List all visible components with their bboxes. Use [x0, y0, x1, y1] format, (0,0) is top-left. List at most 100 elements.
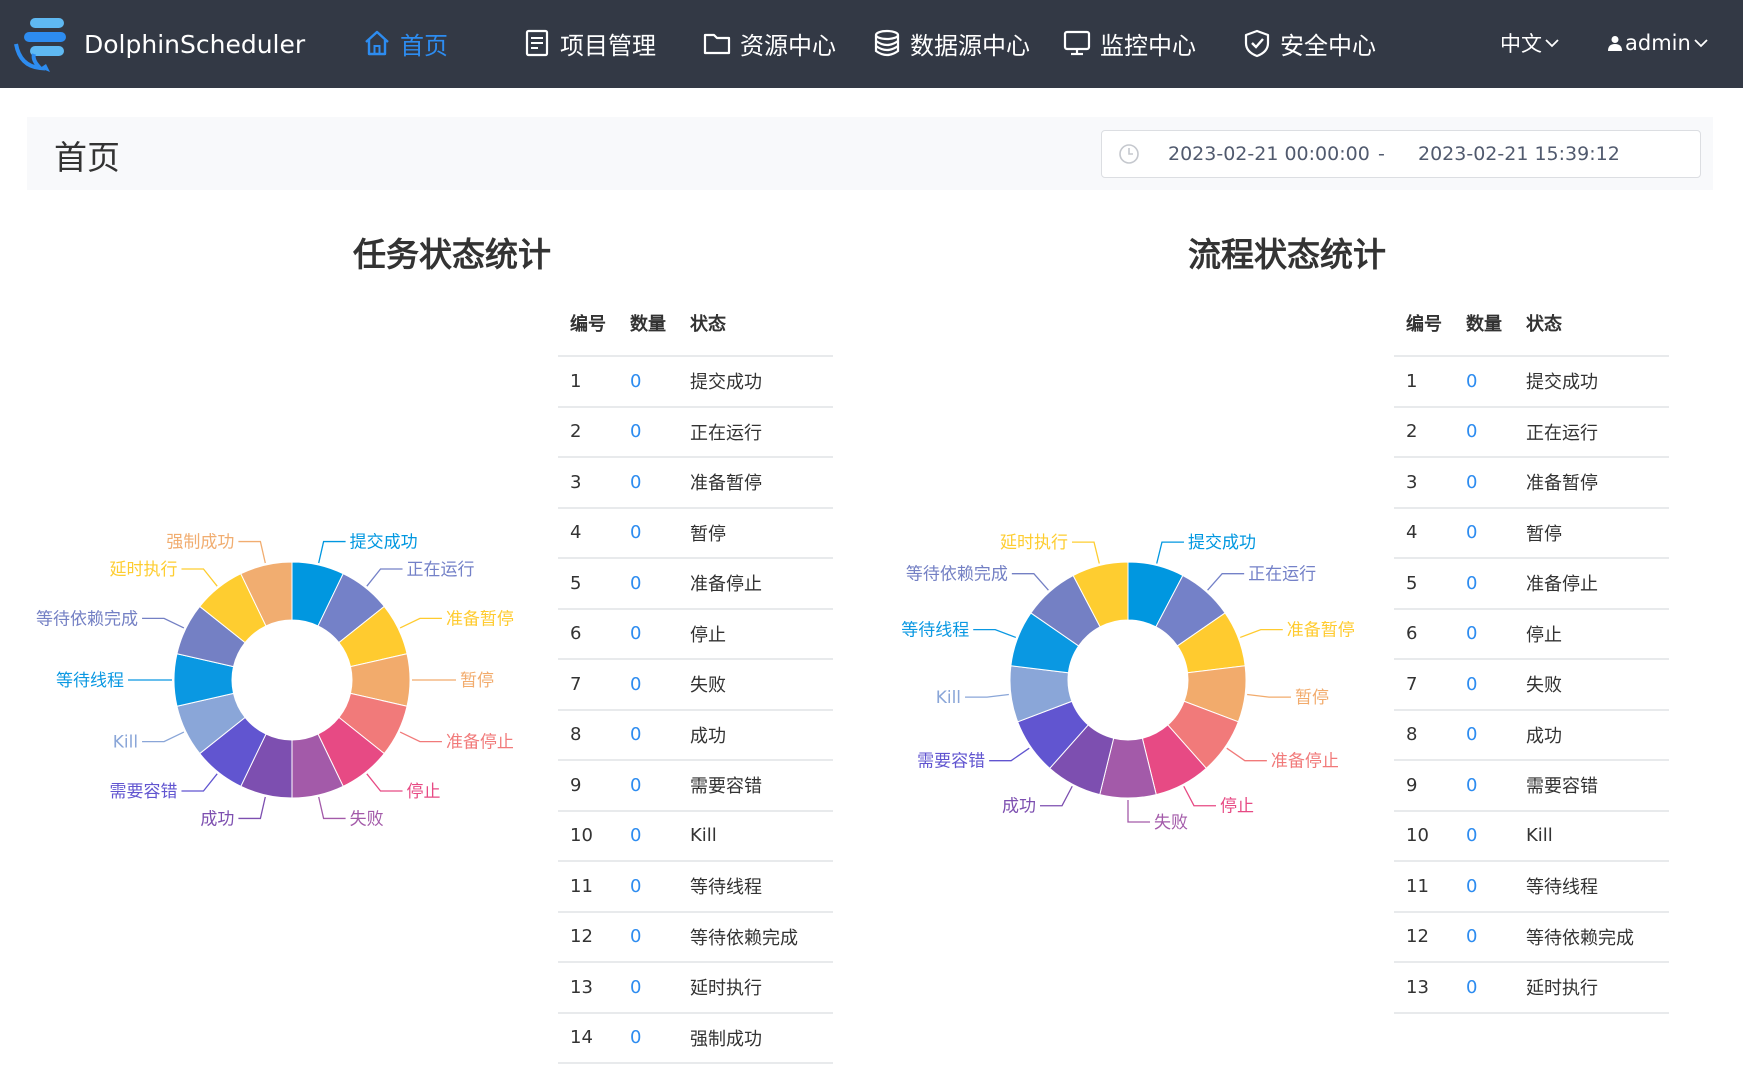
user-icon — [1608, 36, 1622, 51]
cell-id: 13 — [558, 962, 618, 1014]
home-icon — [365, 30, 389, 56]
pie-slice-label: 提交成功 — [350, 533, 418, 553]
cell-status: 成功 — [678, 709, 833, 761]
cell-count[interactable]: 0 — [618, 861, 678, 913]
date-separator: - — [1378, 143, 1385, 165]
nav-item-label: 安全中心 — [1280, 31, 1376, 60]
nav-item-resources[interactable]: 资源中心 — [702, 22, 836, 64]
cell-count[interactable]: 0 — [618, 356, 678, 408]
cell-id: 14 — [558, 1012, 618, 1064]
cell-id: 8 — [1394, 709, 1454, 761]
app-name: DolphinScheduler — [84, 29, 306, 59]
cell-count[interactable]: 0 — [1454, 810, 1514, 862]
clock-icon — [1119, 144, 1139, 164]
table-row: 9 0 需要容错 — [558, 760, 833, 812]
pie-slice-label: 提交成功 — [1188, 533, 1256, 553]
cell-id: 10 — [558, 810, 618, 862]
cell-id: 11 — [1394, 861, 1454, 913]
cell-count[interactable]: 0 — [1454, 709, 1514, 761]
cell-count[interactable]: 0 — [1454, 507, 1514, 559]
cell-count[interactable]: 0 — [1454, 962, 1514, 1014]
nav-item-monitor[interactable]: 监控中心 — [1062, 22, 1196, 64]
column-header-count: 数量 — [1454, 290, 1514, 357]
cell-count[interactable]: 0 — [618, 760, 678, 812]
cell-count[interactable]: 0 — [1454, 608, 1514, 660]
cell-status: 提交成功 — [1514, 356, 1669, 408]
cell-id: 11 — [558, 861, 618, 913]
cell-count[interactable]: 0 — [1454, 760, 1514, 812]
table-row: 7 0 失败 — [558, 659, 833, 711]
pie-slice-label: 停止 — [407, 782, 441, 802]
pie-label-line — [965, 693, 1009, 698]
cell-count[interactable]: 0 — [1454, 911, 1514, 963]
cell-status: 正在运行 — [1514, 406, 1669, 458]
pie-slice-label: 等待依赖完成 — [36, 609, 138, 629]
pie-label-line — [1127, 800, 1150, 823]
table-row: 13 0 延时执行 — [1394, 962, 1669, 1014]
cell-count[interactable]: 0 — [1454, 457, 1514, 509]
cell-status: 暂停 — [1514, 507, 1669, 559]
pie-slice-label: 失败 — [350, 809, 384, 829]
cell-count[interactable]: 0 — [1454, 406, 1514, 458]
cell-status: 需要容错 — [678, 760, 833, 812]
cell-count[interactable]: 0 — [1454, 558, 1514, 610]
pie-label-line — [238, 796, 266, 820]
table-row: 2 0 正在运行 — [558, 406, 833, 458]
cell-status: 准备停止 — [1514, 558, 1669, 610]
cell-count[interactable]: 0 — [618, 406, 678, 458]
pie-label-line — [1207, 573, 1245, 591]
cell-status: 延时执行 — [678, 962, 833, 1014]
cell-count[interactable]: 0 — [1454, 861, 1514, 913]
cell-count[interactable]: 0 — [618, 558, 678, 610]
table-row: 11 0 等待线程 — [1394, 861, 1669, 913]
cell-status: 提交成功 — [678, 356, 833, 408]
date-range-picker[interactable]: 2023-02-21 00:00:00 - 2023-02-21 15:39:1… — [1101, 130, 1701, 178]
app-logo[interactable]: DolphinScheduler — [10, 14, 305, 74]
process-status-pie-chart: 提交成功正在运行准备暂停暂停准备停止停止失败 成功 需要容错 Kill 等待线程 等待依赖… — [901, 533, 1355, 833]
cell-id: 7 — [1394, 659, 1454, 711]
pie-slice-label: 准备停止 — [446, 733, 514, 753]
pie-label-line — [1247, 693, 1291, 698]
date-start[interactable]: 2023-02-21 00:00:00 — [1168, 143, 1370, 165]
nav-item-security[interactable]: 安全中心 — [1242, 22, 1376, 64]
cell-count[interactable]: 0 — [618, 608, 678, 660]
cell-status: 等待线程 — [678, 861, 833, 913]
date-end[interactable]: 2023-02-21 15:39:12 — [1418, 143, 1620, 165]
language-dropdown[interactable]: 中文 — [1500, 22, 1560, 64]
cell-count[interactable]: 0 — [618, 709, 678, 761]
cell-id: 6 — [558, 608, 618, 660]
table-row: 5 0 准备停止 — [1394, 558, 1669, 610]
cell-count[interactable]: 0 — [1454, 659, 1514, 711]
table-row: 10 0 Kill — [1394, 810, 1669, 862]
nav-item-home[interactable]: 首页 — [362, 22, 448, 64]
cell-status: 需要容错 — [1514, 760, 1669, 812]
pie-slice-label: 等待线程 — [901, 621, 969, 641]
cell-count[interactable]: 0 — [618, 507, 678, 559]
cell-count[interactable]: 0 — [618, 911, 678, 963]
cell-id: 3 — [1394, 457, 1454, 509]
nav-item-label: 资源中心 — [740, 31, 836, 60]
pie-label-line — [366, 568, 403, 587]
pie-slice-label: 正在运行 — [407, 560, 475, 580]
cell-count[interactable]: 0 — [618, 1012, 678, 1064]
cell-id: 1 — [558, 356, 618, 408]
nav-item-projects[interactable]: 项目管理 — [522, 22, 656, 64]
table-row: 1 0 提交成功 — [558, 356, 833, 408]
pie-label-line — [1226, 747, 1267, 762]
pie-slice-label: 成功 — [1002, 797, 1036, 817]
table-row: 4 0 暂停 — [1394, 507, 1669, 559]
nav-item-datasource[interactable]: 数据源中心 — [872, 22, 1030, 64]
cell-count[interactable]: 0 — [1454, 356, 1514, 408]
process-status-table: 编号 数量 状态 1 0 提交成功 2 0 正在运行 3 0 准备暂停 4 0 暂停 5 0 准备停止 6 0 停… — [1394, 290, 1669, 1014]
cell-status: 强制成功 — [678, 1012, 833, 1064]
cell-count[interactable]: 0 — [618, 962, 678, 1014]
top-nav-bar: DolphinScheduler 首页 项目管理 资源中心 数据源中心 监控中心… — [0, 0, 1743, 88]
monitor-icon — [1063, 30, 1091, 56]
user-dropdown[interactable]: admin — [1607, 22, 1709, 64]
cell-count[interactable]: 0 — [618, 659, 678, 711]
cell-count[interactable]: 0 — [618, 457, 678, 509]
cell-status: 延时执行 — [1514, 962, 1669, 1014]
pie-label-line — [1011, 573, 1049, 591]
cell-count[interactable]: 0 — [618, 810, 678, 862]
cell-status: 停止 — [1514, 608, 1669, 660]
